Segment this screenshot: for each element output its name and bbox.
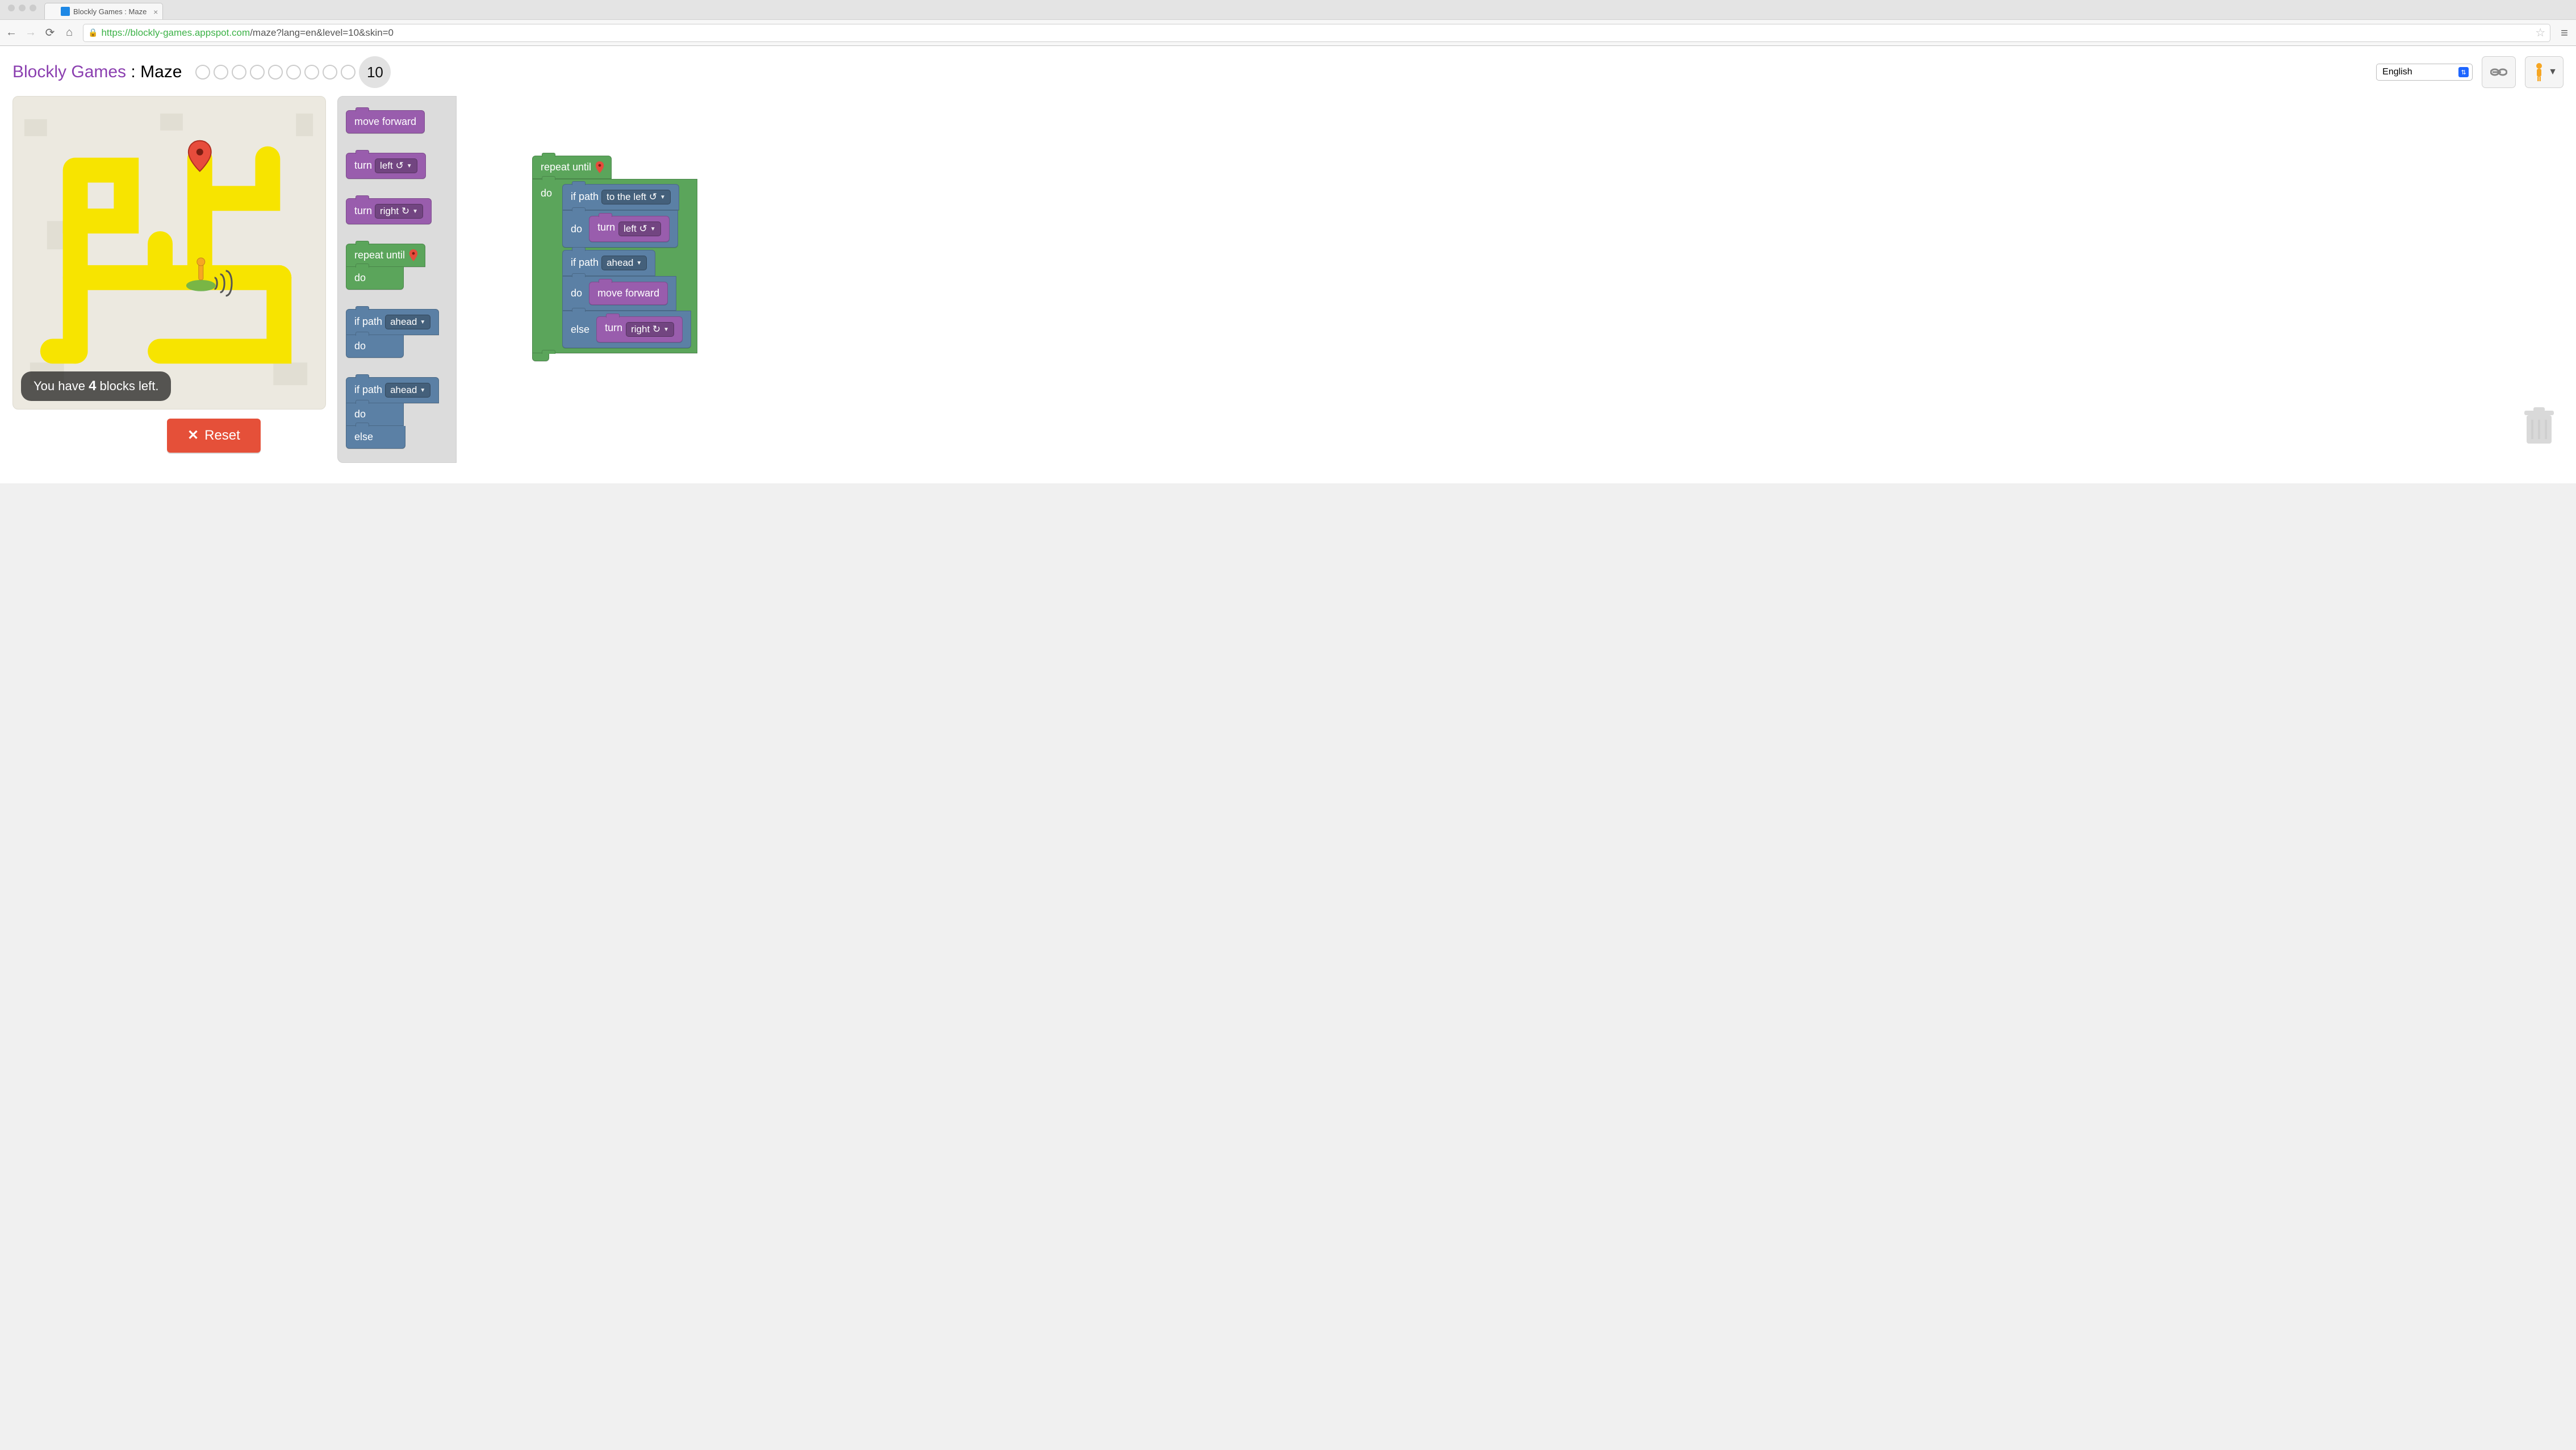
browser-chrome: Blockly Games : Maze × ← → ⟳ ⌂ 🔒 https:/… [0, 0, 2576, 46]
select-arrows-icon: ⇅ [2458, 67, 2469, 77]
browser-tab[interactable]: Blockly Games : Maze × [44, 3, 163, 19]
block-turn-right[interactable]: turn right ↻▼ [346, 198, 432, 224]
program-turn-left[interactable]: turn left ↺▼ [589, 216, 670, 242]
url-host: blockly-games.appspot.com [130, 27, 250, 38]
program-if-ahead[interactable]: if path ahead▼ [562, 250, 655, 276]
close-tab-icon[interactable]: × [153, 7, 158, 16]
map-pin-icon [596, 163, 603, 172]
share-link-button[interactable] [2482, 56, 2516, 88]
reload-icon[interactable]: ⟳ [44, 26, 56, 40]
program-root[interactable]: repeat until do if path to the left ↺▼ [532, 156, 697, 361]
dropdown-ahead-2[interactable]: ahead▼ [601, 256, 647, 270]
chevron-down-icon: ▼ [2548, 67, 2557, 77]
program-move-forward[interactable]: move forward [589, 282, 668, 305]
level-10-current[interactable]: 10 [359, 56, 391, 88]
lock-icon: 🔒 [88, 28, 98, 37]
language-value: English [2382, 67, 2412, 77]
brand-link[interactable]: Blockly Games [12, 62, 126, 81]
dropdown-to-the-left[interactable]: to the left ↺▼ [601, 190, 671, 204]
url-path: /maze?lang=en&level=10&skin=0 [250, 27, 394, 38]
block-move-forward[interactable]: move forward [346, 110, 425, 133]
block-if-path[interactable]: if path ahead▼ do [346, 309, 448, 358]
page-header: Blockly Games : Maze 10 English ⇅ [12, 56, 2564, 88]
dropdown-turn-right[interactable]: right ↻▼ [375, 204, 423, 219]
block-toolbox: move forward turn left ↺▼ turn right ↻▼ … [337, 96, 457, 463]
blocks-left-banner: You have 4 blocks left. [21, 371, 171, 401]
window-controls[interactable] [6, 5, 41, 15]
block-repeat-until[interactable]: repeat until do [346, 244, 448, 290]
close-icon: ✕ [187, 429, 199, 442]
block-if-else-path[interactable]: if path ahead▼ do else [346, 377, 448, 449]
menu-icon[interactable]: ≡ [2558, 26, 2570, 40]
skin-button[interactable]: ▼ [2525, 56, 2564, 88]
dropdown-turn-right-2[interactable]: right ↻▼ [626, 322, 674, 337]
pegman-icon [2533, 62, 2545, 82]
reset-label: Reset [204, 428, 240, 444]
dropdown-if-path-ahead[interactable]: ahead▼ [385, 315, 430, 329]
program-turn-right[interactable]: turn right ↻▼ [596, 316, 683, 342]
block-turn-left[interactable]: turn left ↺▼ [346, 153, 426, 179]
reset-button[interactable]: ✕ Reset [167, 419, 261, 453]
link-icon [2490, 67, 2507, 77]
level-6[interactable] [286, 65, 301, 80]
dropdown-turn-left-2[interactable]: left ↺▼ [618, 222, 661, 236]
page-title: Blockly Games : Maze [12, 62, 182, 82]
program-if-left[interactable]: if path to the left ↺▼ [562, 184, 679, 210]
level-3[interactable] [232, 65, 246, 80]
block-workspace[interactable]: repeat until do if path to the left ↺▼ [468, 96, 2564, 459]
address-bar[interactable]: 🔒 https://blockly-games.appspot.com/maze… [83, 24, 2550, 42]
dropdown-turn-left[interactable]: left ↺▼ [375, 158, 417, 173]
level-9[interactable] [341, 65, 356, 80]
back-icon[interactable]: ← [6, 26, 17, 39]
forward-icon[interactable]: → [25, 26, 36, 39]
trash-icon[interactable] [2521, 406, 2557, 453]
level-selector: 10 [195, 56, 391, 88]
map-pin-icon [410, 251, 417, 260]
language-select[interactable]: English ⇅ [2376, 64, 2473, 81]
level-8[interactable] [323, 65, 337, 80]
level-7[interactable] [304, 65, 319, 80]
bookmark-icon[interactable]: ☆ [2535, 26, 2545, 40]
maze-canvas: You have 4 blocks left. [12, 96, 326, 409]
home-icon[interactable]: ⌂ [64, 26, 75, 39]
level-1[interactable] [195, 65, 210, 80]
favicon-icon [61, 7, 70, 16]
dropdown-if-else-ahead[interactable]: ahead▼ [385, 383, 430, 398]
url-protocol: https [101, 27, 122, 38]
tab-title: Blockly Games : Maze [73, 7, 147, 16]
level-4[interactable] [250, 65, 265, 80]
level-5[interactable] [268, 65, 283, 80]
level-2[interactable] [214, 65, 228, 80]
page-content: Blockly Games : Maze 10 English ⇅ [0, 46, 2576, 483]
